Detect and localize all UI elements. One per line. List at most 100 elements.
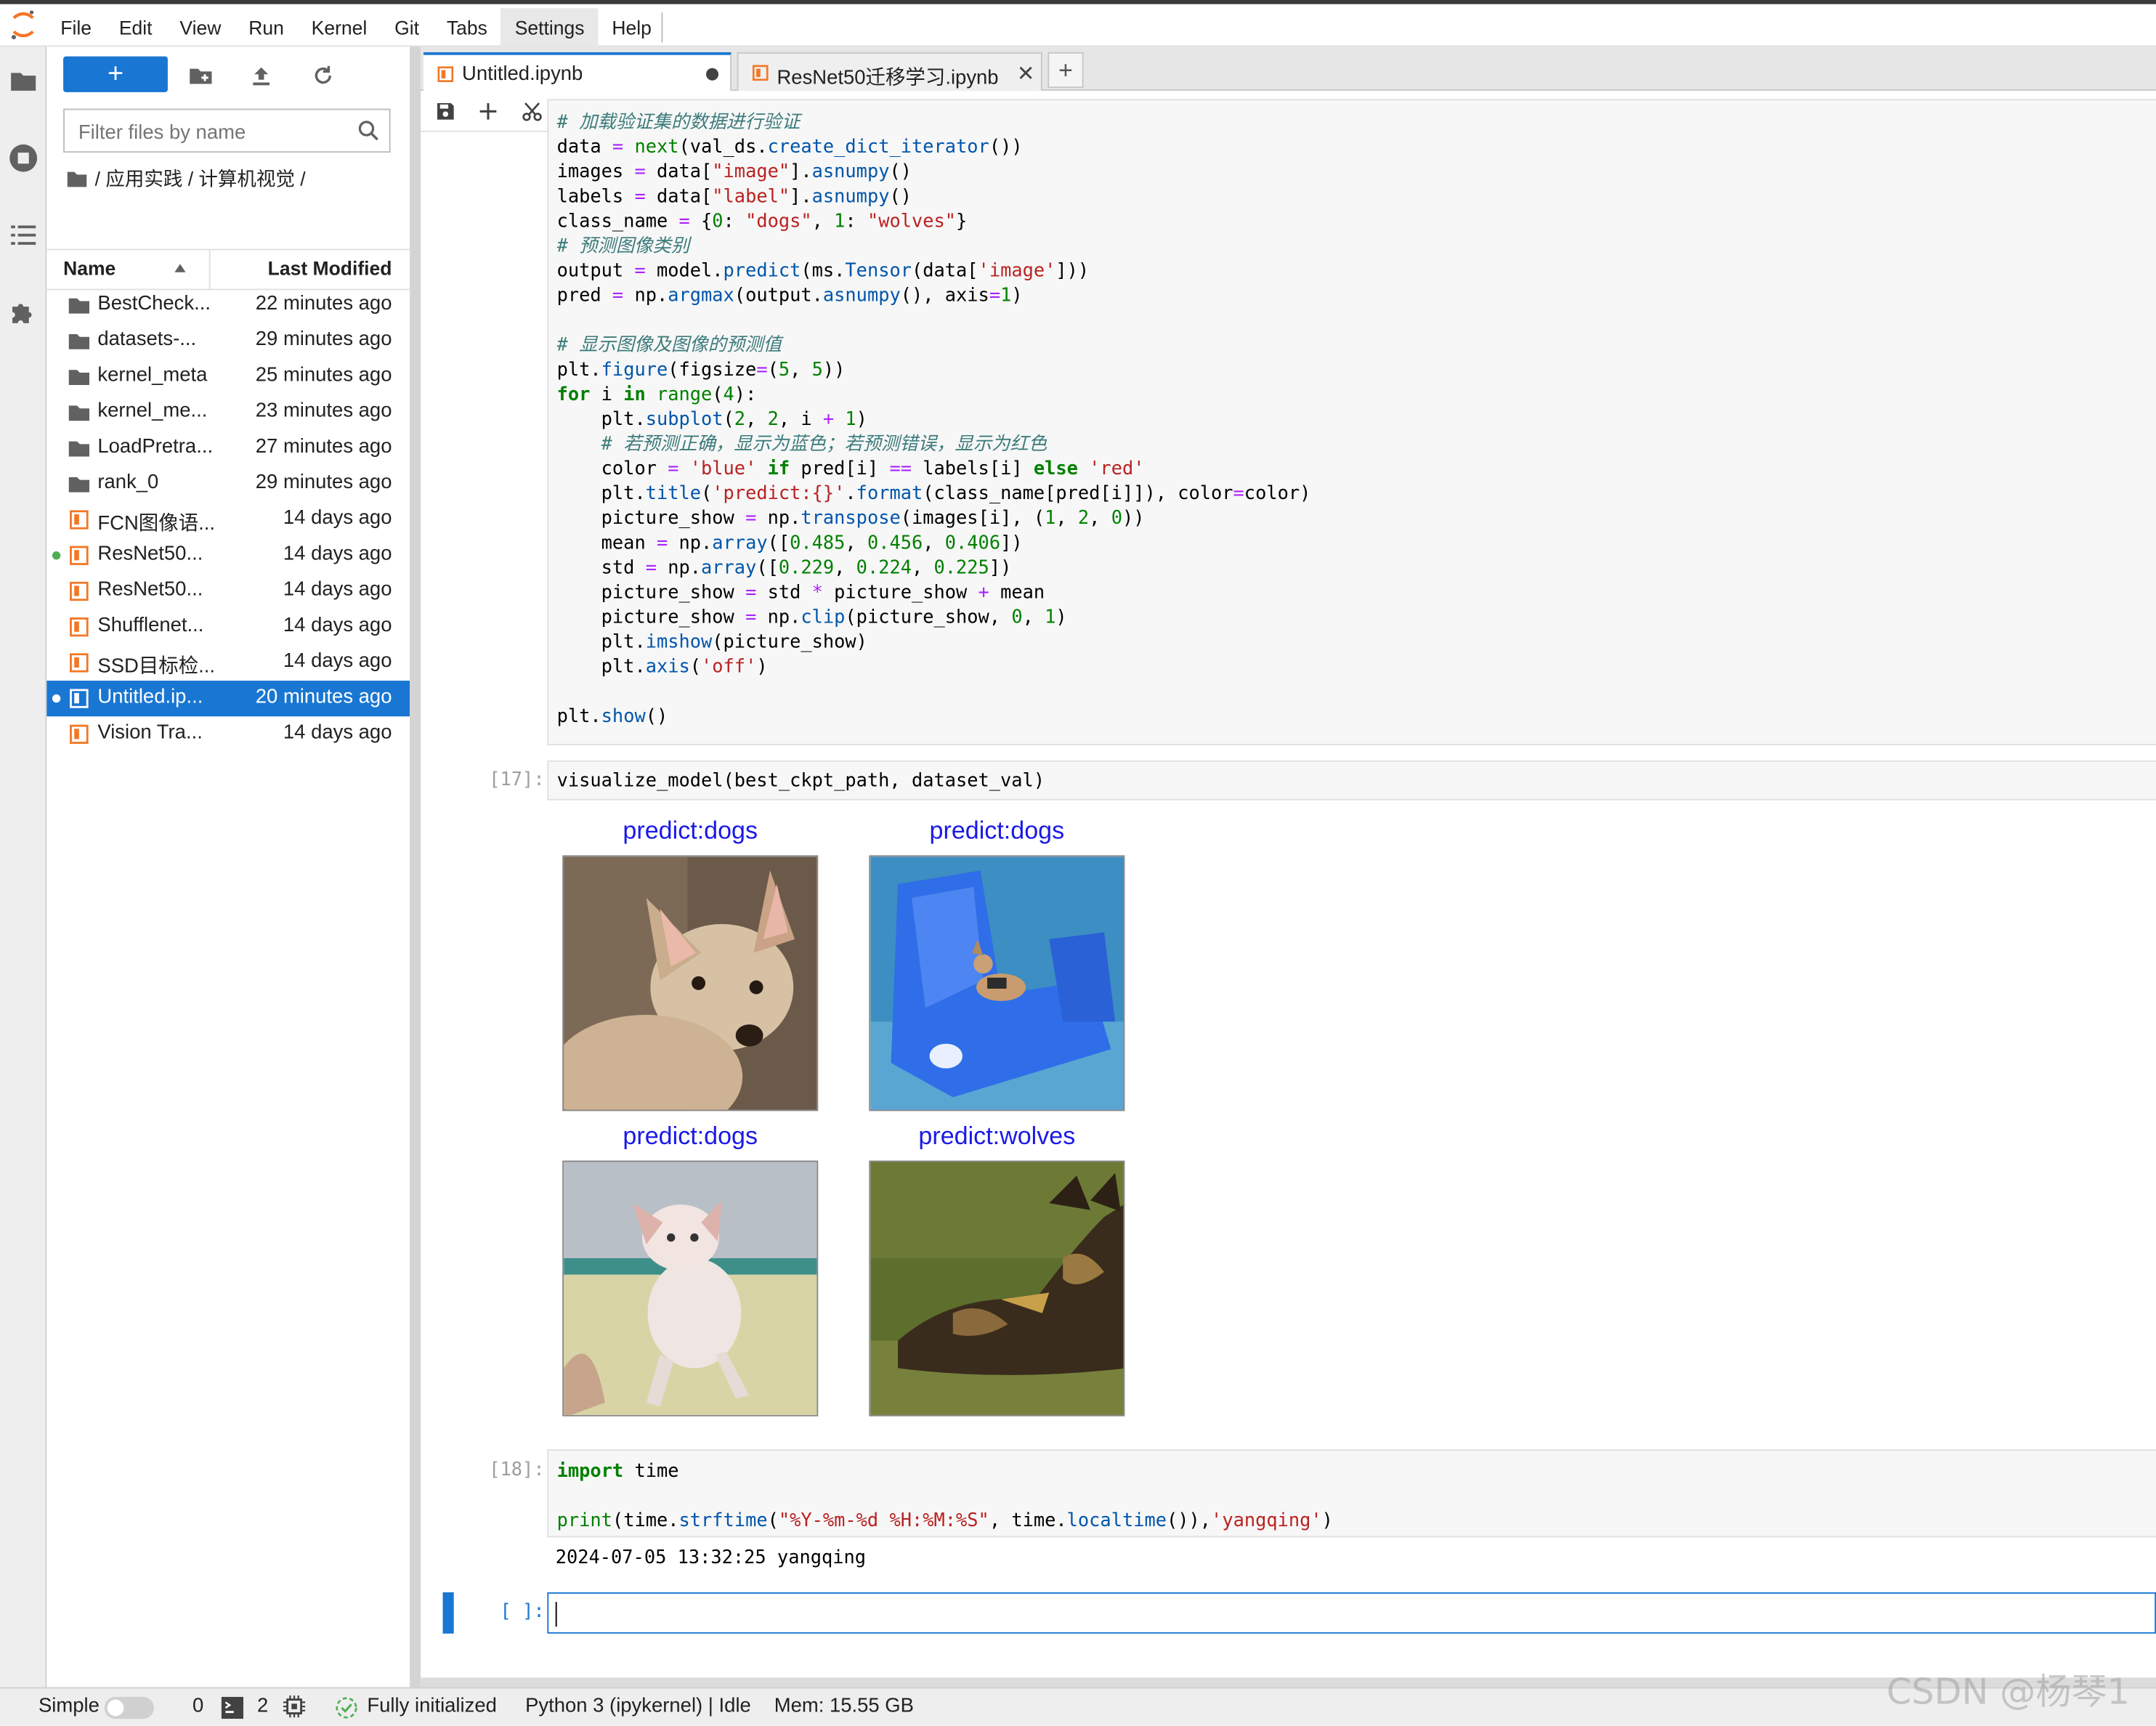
code-cell-visualize-definition[interactable]: # 加载验证集的数据进行验证 data = next(val_ds.create_… [547,99,2156,745]
code-token: create_dict_iterator [767,137,989,158]
file-row[interactable]: LoadPretra... 27 minutes ago [46,430,410,466]
folder-icon [68,370,90,386]
kernel-count[interactable]: 2 [257,1695,268,1717]
last-modified-column-header[interactable]: Last Modified [268,257,392,279]
code-token: 0.224 [856,558,912,579]
file-row[interactable]: SSD目标检... 14 days ago [46,645,410,681]
new-launcher-button[interactable]: + [63,56,168,92]
file-modified: 20 minutes ago [255,686,392,708]
code-token: (), axis [900,285,989,307]
menu-tabs[interactable]: Tabs [433,8,501,46]
menu-kernel[interactable]: Kernel [298,8,381,46]
menu-file[interactable]: File [46,8,105,46]
code-token: np. [756,509,801,530]
file-row[interactable]: Vision Tra... 14 days ago [46,716,410,752]
menu-edit[interactable]: Edit [105,8,166,46]
code-line: # 预测图像类别 [557,235,690,260]
code-token: "wolves" [867,211,957,232]
file-browser: + / 应用实践 / 计算机视觉 / Name Last Modified Be… [46,46,410,1687]
code-line: mean = np.array([0.485, 0.456, 0.406]) [557,532,1023,557]
menu-view[interactable]: View [166,8,235,46]
menu-run[interactable]: Run [235,8,297,46]
upload-icon[interactable] [249,63,274,88]
code-token: ([ [756,558,779,579]
insert-cell-icon[interactable] [477,100,499,122]
code-editor[interactable]: import time print(time.strftime("%Y-%m-%d… [548,1457,2156,1537]
code-token: = [634,261,646,283]
name-column-header[interactable]: Name [63,257,115,279]
filter-files-input[interactable] [76,118,357,149]
code-token: # 预测图像类别 [556,236,690,257]
code-token: "image" [712,162,790,183]
panel-splitter[interactable] [410,46,421,1687]
code-line: images = data["image"].asnumpy() [557,161,912,185]
file-row[interactable]: FCN图像语... 14 days ago [46,502,410,538]
jupyter-logo-icon[interactable] [9,8,37,44]
file-row[interactable]: rank_0 29 minutes ago [46,466,410,502]
folder-icon[interactable] [8,66,38,97]
code-token: array [712,533,768,554]
code-token: show [601,706,646,728]
code-token: # 若预测正确，显示为蓝色；若预测错误，显示为红色 [601,434,1047,455]
file-row[interactable]: kernel_me... 23 minutes ago [46,394,410,430]
running-stop-icon[interactable] [8,143,38,174]
file-row[interactable]: Untitled.ip... 20 minutes ago [46,680,410,717]
simple-mode-toggle[interactable] [104,1696,155,1719]
code-line: visualize_model(best_ckpt_path, dataset_… [557,770,1045,795]
tab-resnet50-notebook[interactable]: ResNet50迁移学习.ipynb [737,52,1042,91]
code-token: 0.485 [790,533,846,554]
menu-settings[interactable]: Settings [500,8,599,47]
close-icon[interactable] [1018,65,1034,81]
code-token: ) [1055,607,1067,629]
active-empty-code-cell[interactable] [547,1592,2156,1634]
file-row[interactable]: datasets-... 29 minutes ago [46,323,410,359]
code-editor[interactable]: visualize_model(best_ckpt_path, dataset_… [548,767,2156,798]
terminal-count[interactable]: 0 [192,1695,203,1717]
code-cell-print-time[interactable]: import time print(time.strftime("%Y-%m-%d… [547,1449,2156,1538]
prediction-image-dog-jumping [562,1160,819,1417]
code-token: == [889,459,912,480]
table-of-contents-icon[interactable] [8,220,38,251]
menu-git[interactable]: Git [381,8,433,46]
code-cell-visualize-call[interactable]: visualize_model(best_ckpt_path, dataset_… [547,760,2156,801]
file-name: Shufflenet... [97,615,204,637]
code-token: asnumpy [811,162,890,183]
file-row[interactable]: ResNet50... 14 days ago [46,538,410,573]
menu-help[interactable]: Help [598,8,665,46]
refresh-icon[interactable] [311,63,336,88]
cut-icon[interactable] [521,100,543,122]
code-token: ( [767,360,779,381]
code-token: plt. [556,484,646,505]
code-token: 0.225 [933,558,989,579]
code-editor[interactable]: # 加载验证集的数据进行验证 data = next(val_ds.create_… [548,100,2156,744]
tab-untitled-notebook[interactable]: Untitled.ipynb [423,52,732,91]
code-line: # 若预测正确，显示为蓝色；若预测错误，显示为红色 [557,433,1047,458]
add-tab-button[interactable]: + [1047,52,1084,89]
file-row[interactable]: kernel_meta 25 minutes ago [46,359,410,394]
search-icon [358,121,378,141]
file-row[interactable]: ResNet50... 14 days ago [46,573,410,609]
notebook-icon [70,581,89,601]
file-row[interactable]: Shufflenet... 14 days ago [46,609,410,645]
code-token: , [790,360,812,381]
code-token: = [745,583,757,604]
file-modified: 23 minutes ago [255,400,392,423]
file-name: kernel_meta [97,364,208,386]
unsaved-dot-icon[interactable] [705,68,719,81]
code-token: "%Y-%m-%d %H:%M:%S" [778,1511,989,1532]
breadcrumb-path[interactable]: / 应用实践 / 计算机视觉 / [95,165,306,193]
kernel-chip-icon[interactable] [283,1695,306,1718]
code-token: std [756,583,812,604]
save-icon[interactable] [434,100,456,122]
file-row[interactable]: BestCheck... 22 minutes ago [46,288,410,323]
extension-puzzle-icon[interactable] [8,297,38,328]
git-status-check-icon[interactable] [334,1695,359,1720]
file-modified: 29 minutes ago [255,328,392,351]
terminal-icon[interactable] [221,1696,244,1719]
folder-home-icon[interactable] [66,170,88,188]
csdn-watermark: CSDN @杨琴1 [1886,1672,2130,1714]
new-folder-icon[interactable] [188,63,213,88]
kernel-status[interactable]: Python 3 (ipykernel) | Idle [525,1695,751,1717]
code-token: data[ [645,187,713,208]
